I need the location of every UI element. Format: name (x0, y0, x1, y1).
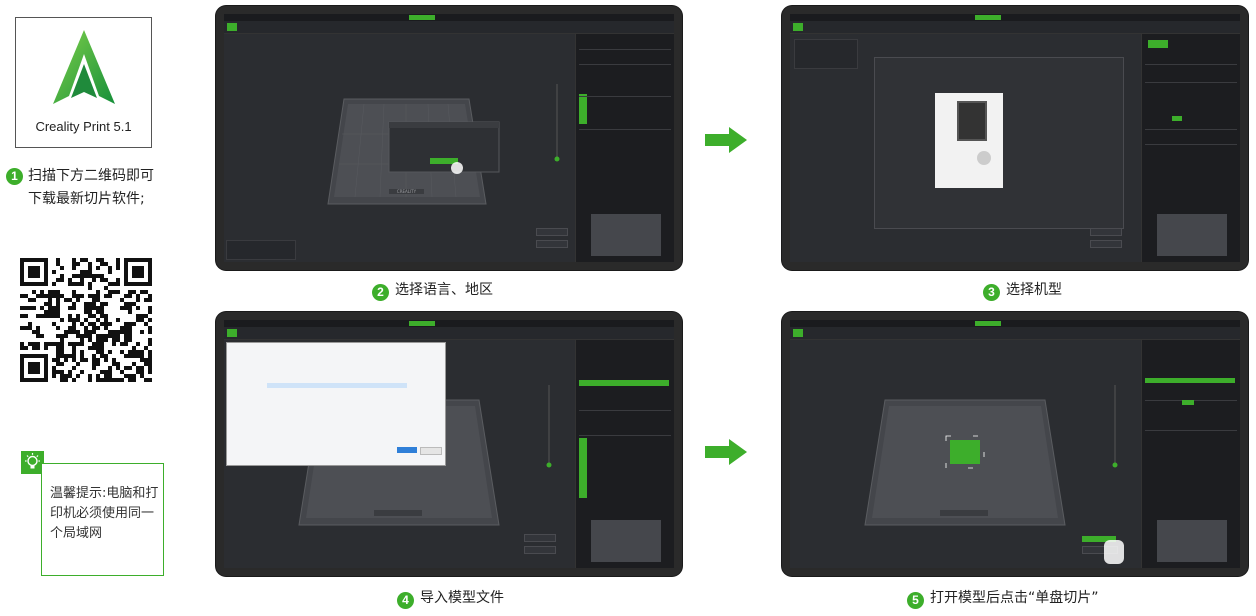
printer-selection-dialog (874, 57, 1124, 229)
right-settings-panel (575, 34, 674, 262)
3d-viewport[interactable] (790, 340, 1142, 568)
step-number-badge: 4 (397, 592, 414, 609)
printer-card-creality-k1[interactable] (935, 93, 1003, 188)
arrow-right-icon (705, 127, 747, 153)
step-3-caption: 3 选择机型 (983, 279, 1062, 301)
step-4-caption: 4 导入模型文件 (397, 587, 504, 609)
3d-viewport[interactable] (790, 34, 1142, 262)
screenshot-step-3 (782, 6, 1248, 270)
tip-text: 温馨提示:电脑和打印机必须使用同一个局域网 (50, 486, 159, 541)
logo-caption: Creality Print 5.1 (35, 119, 132, 134)
arrow-right-icon (705, 439, 747, 465)
screenshot-step-4 (216, 312, 682, 576)
right-settings-panel (1141, 34, 1240, 262)
step-4-label: 导入模型文件 (420, 590, 504, 606)
step-1-text: 扫描下方二维码即可下载最新切片软件; (28, 168, 154, 207)
step-number-badge: 1 (6, 168, 23, 185)
tip-box: 温馨提示:电脑和打印机必须使用同一个局域网 (41, 463, 164, 576)
right-settings-panel (1141, 340, 1240, 568)
app-logo-card: Creality Print 5.1 (15, 17, 152, 148)
screenshot-step-5 (782, 312, 1248, 576)
step-2-label: 选择语言、地区 (395, 282, 493, 298)
print-bed: CREALITY (327, 84, 560, 205)
right-settings-panel (575, 340, 674, 568)
step-5-label: 打开模型后点击“单盘切片” (930, 590, 1099, 606)
bed-brand: CREALITY (397, 189, 417, 194)
step-number-badge: 2 (372, 284, 389, 301)
3d-viewport[interactable] (224, 340, 576, 568)
qr-code[interactable] (20, 258, 152, 382)
step-number-badge: 5 (907, 592, 924, 609)
screenshot-step-2: CREALITY (216, 6, 682, 270)
step-3-label: 选择机型 (1006, 282, 1062, 298)
creality-print-logo (53, 30, 115, 104)
step-number-badge: 3 (983, 284, 1000, 301)
3d-viewport[interactable]: CREALITY (224, 34, 576, 262)
open-file-dialog (226, 342, 446, 466)
step-5-caption: 5 打开模型后点击“单盘切片” (907, 587, 1099, 609)
step-2-caption: 2 选择语言、地区 (372, 279, 493, 301)
hand-cursor-icon (1104, 540, 1124, 564)
